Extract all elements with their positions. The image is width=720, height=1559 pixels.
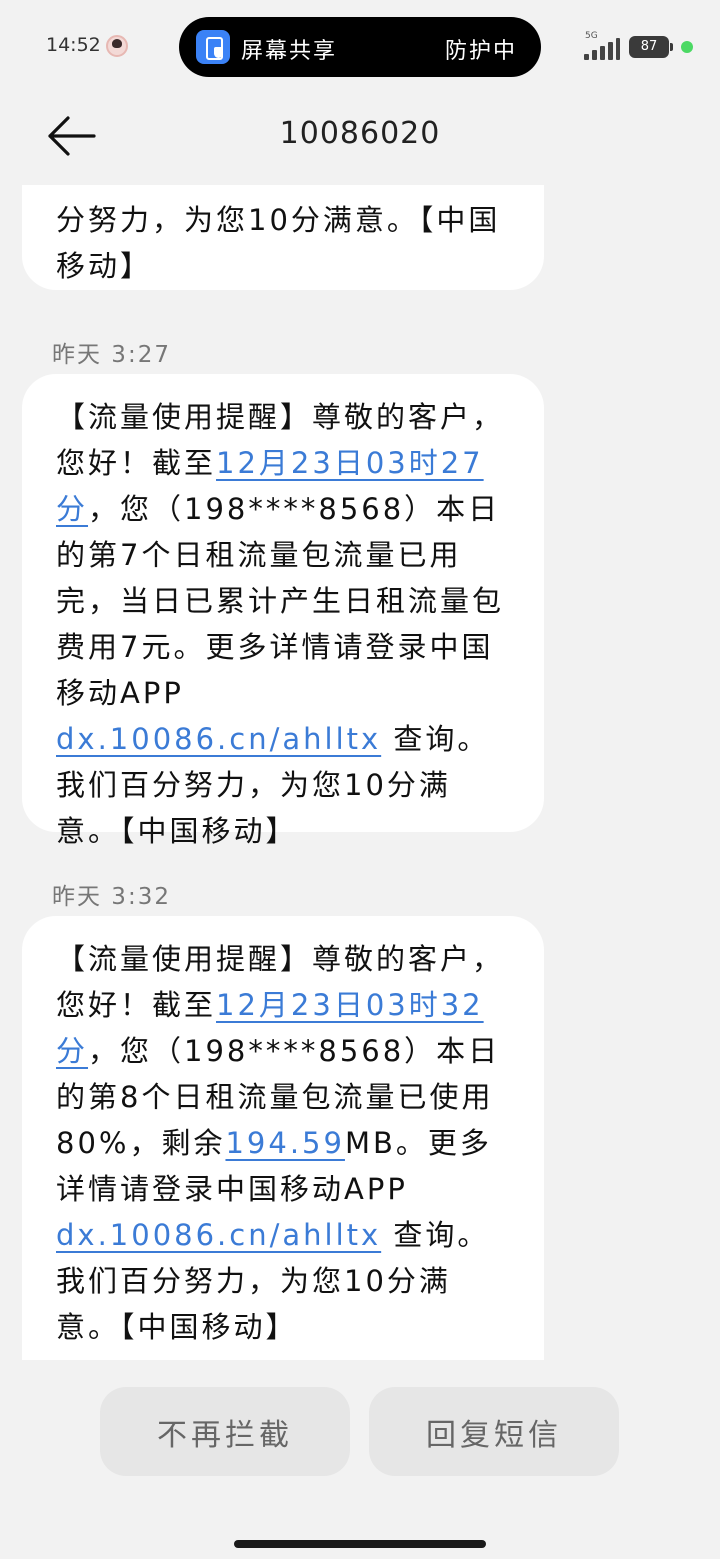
- url-link[interactable]: dx.10086.cn/ahlltx: [56, 1218, 381, 1252]
- home-indicator[interactable]: [234, 1540, 486, 1548]
- protection-label: 防护中: [444, 39, 517, 64]
- unblock-button[interactable]: 不再拦截: [100, 1387, 350, 1476]
- message-bubble[interactable]: 分努力，为您10分满意。【中国移动】: [22, 185, 544, 290]
- number-link[interactable]: 194.59: [225, 1126, 344, 1160]
- battery-icon: 87: [629, 36, 673, 58]
- message-timestamp: 昨天 3:32: [52, 884, 171, 910]
- message-bubble[interactable]: 【流量使用提醒】尊敬的客户，您好！截至12月23日03时27分，您（198***…: [22, 374, 544, 848]
- url-link[interactable]: dx.10086.cn/ahlltx: [56, 722, 381, 756]
- screen-share-pill[interactable]: 屏幕共享 防护中: [179, 17, 541, 77]
- message-list[interactable]: 分努力，为您10分满意。【中国移动】 昨天 3:27 【流量使用提醒】尊敬的客户…: [0, 185, 720, 1360]
- message-text: 分努力，为您10分满意。【中国移动】: [56, 203, 501, 283]
- message-bubble[interactable]: 【流量使用提醒】尊敬的客户，您好！截至12月23日03时32分，您（198***…: [22, 916, 544, 1360]
- status-time: 14:52: [46, 34, 101, 56]
- avatar-icon: [106, 35, 128, 57]
- conversation-header: 10086020: [0, 90, 720, 185]
- status-bar: 14:52 屏幕共享 防护中 5G 87: [0, 0, 720, 90]
- screen-share-label: 屏幕共享: [241, 39, 338, 64]
- message-timestamp: 昨天 3:27: [52, 342, 171, 368]
- signal-icon: [584, 38, 620, 60]
- reply-sms-button[interactable]: 回复短信: [369, 1387, 619, 1476]
- screen-share-icon: [196, 30, 230, 64]
- conversation-title: 10086020: [279, 116, 441, 151]
- charging-dot-icon: [681, 41, 693, 53]
- message-text: ，您（198****8568）本日的第7个日租流量包流量已用完，当日已累计产生日…: [56, 492, 505, 710]
